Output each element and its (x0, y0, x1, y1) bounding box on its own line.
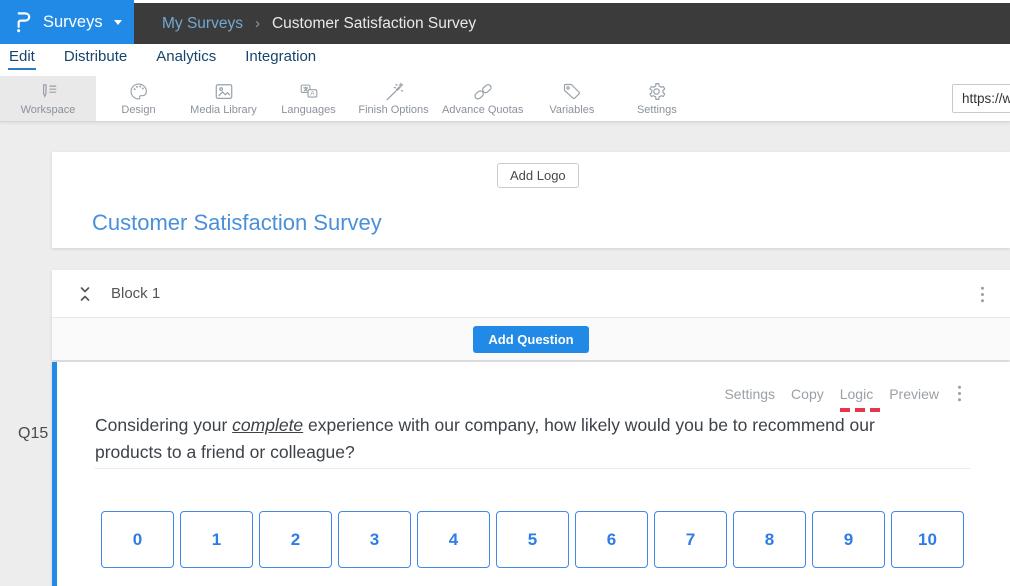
toolbar-item-label: Languages (281, 104, 335, 116)
question-menu-icon[interactable] (957, 385, 962, 402)
app-menu-label: Surveys (43, 13, 103, 32)
breadcrumb-current: Customer Satisfaction Survey (272, 15, 476, 33)
nps-option-10[interactable]: 10 (891, 511, 964, 568)
nps-option-0[interactable]: 0 (101, 511, 174, 568)
question-number: Q15 (18, 425, 48, 443)
gear-icon (646, 81, 667, 102)
app-menu[interactable]: Surveys (0, 0, 134, 44)
question-action-logic[interactable]: Logic (840, 386, 873, 402)
toolbar-item-label: Settings (637, 104, 677, 116)
toolbar-item-finish-options[interactable]: Finish Options (351, 76, 436, 121)
chain-links-icon (472, 81, 494, 102)
toolbar-item-label: Finish Options (358, 104, 428, 116)
svg-text:A: A (310, 90, 315, 97)
main-nav: Edit Distribute Analytics Integration (0, 44, 1010, 76)
block-header: Block 1 (52, 270, 1010, 318)
toolbar-item-settings[interactable]: Settings (614, 76, 699, 121)
workspace-icon (37, 81, 59, 102)
tab-edit[interactable]: Edit (8, 44, 36, 70)
question-text[interactable]: Considering your complete experience wit… (95, 412, 905, 466)
question-text-emphasis: complete (232, 415, 303, 435)
palette-icon (128, 81, 149, 102)
question-actions: Settings Copy Logic Preview (724, 385, 962, 402)
question-divider (95, 468, 970, 469)
proprofs-logo-icon (13, 11, 34, 34)
magic-wand-icon (383, 81, 405, 102)
breadcrumb: My Surveys › Customer Satisfaction Surve… (134, 3, 1010, 44)
collapse-block-icon[interactable] (78, 286, 92, 302)
tab-distribute[interactable]: Distribute (63, 44, 128, 68)
breadcrumb-separator-icon: › (255, 15, 260, 32)
nps-option-2[interactable]: 2 (259, 511, 332, 568)
toolbar-item-languages[interactable]: A Languages (266, 76, 351, 121)
block-card: Block 1 Add Question (52, 270, 1010, 360)
nps-option-4[interactable]: 4 (417, 511, 490, 568)
toolbar-item-variables[interactable]: Variables (529, 76, 614, 121)
block-title: Block 1 (111, 285, 160, 302)
survey-url-input[interactable] (952, 84, 1010, 113)
top-header: Surveys My Surveys › Customer Satisfacti… (0, 0, 1010, 44)
nps-option-9[interactable]: 9 (812, 511, 885, 568)
toolbar-item-label: Media Library (190, 104, 257, 116)
block-menu-icon[interactable] (980, 286, 985, 303)
nps-scale: 0 1 2 3 4 5 6 7 8 9 10 (101, 511, 964, 568)
question-text-part: Considering your (95, 415, 232, 435)
nps-option-7[interactable]: 7 (654, 511, 727, 568)
survey-canvas: Add Logo Customer Satisfaction Survey Bl… (0, 122, 1010, 586)
question-card: Settings Copy Logic Preview Considering … (52, 362, 1010, 586)
add-logo-button[interactable]: Add Logo (497, 163, 579, 188)
toolbar-item-advance-quotas[interactable]: Advance Quotas (436, 76, 529, 121)
nps-option-5[interactable]: 5 (496, 511, 569, 568)
tag-icon (561, 81, 582, 102)
add-question-row: Add Question (52, 318, 1010, 360)
toolbar-item-design[interactable]: Design (96, 76, 181, 121)
chevron-down-icon (114, 20, 122, 25)
nps-option-3[interactable]: 3 (338, 511, 411, 568)
question-action-preview[interactable]: Preview (889, 386, 939, 402)
toolbar-item-label: Workspace (21, 104, 76, 116)
breadcrumb-parent-link[interactable]: My Surveys (162, 15, 243, 33)
toolbar-item-label: Advance Quotas (442, 104, 523, 116)
tab-integration[interactable]: Integration (244, 44, 317, 68)
image-icon (213, 81, 235, 102)
nps-option-1[interactable]: 1 (180, 511, 253, 568)
edit-toolbar: Workspace Design Media Library (0, 76, 1010, 122)
question-action-settings[interactable]: Settings (724, 386, 775, 402)
survey-header-card: Add Logo Customer Satisfaction Survey (52, 152, 1010, 248)
toolbar-item-workspace[interactable]: Workspace (0, 76, 96, 121)
nps-option-8[interactable]: 8 (733, 511, 806, 568)
toolbar-item-media-library[interactable]: Media Library (181, 76, 266, 121)
nps-option-6[interactable]: 6 (575, 511, 648, 568)
toolbar-item-label: Variables (549, 104, 594, 116)
toolbar-item-label: Design (121, 104, 155, 116)
question-action-copy[interactable]: Copy (791, 386, 824, 402)
add-question-button[interactable]: Add Question (473, 326, 588, 353)
translate-icon: A (298, 81, 320, 102)
tab-analytics[interactable]: Analytics (155, 44, 217, 68)
survey-title[interactable]: Customer Satisfaction Survey (92, 210, 382, 236)
